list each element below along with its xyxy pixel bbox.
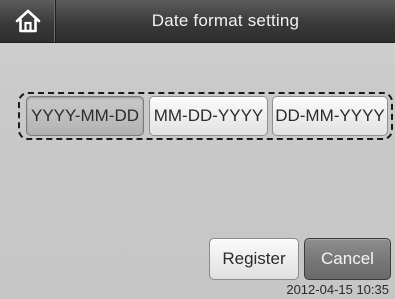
format-option-dd-mm-yyyy[interactable]: DD-MM-YYYY — [272, 96, 388, 136]
register-button[interactable]: Register — [209, 238, 299, 280]
format-option-mm-dd-yyyy[interactable]: MM-DD-YYYY — [149, 96, 268, 136]
home-icon — [15, 9, 40, 33]
home-button[interactable] — [0, 0, 56, 42]
status-datetime: 2012-04-15 10:35 — [286, 282, 389, 297]
title-bar: Date format setting — [0, 0, 395, 43]
cancel-button[interactable]: Cancel — [304, 238, 391, 280]
page-title: Date format setting — [151, 11, 300, 30]
format-option-yyyy-mm-dd[interactable]: YYYY-MM-DD — [26, 96, 144, 136]
screen: Date format setting YYYY-MM-DD MM-DD-YYY… — [0, 0, 395, 299]
